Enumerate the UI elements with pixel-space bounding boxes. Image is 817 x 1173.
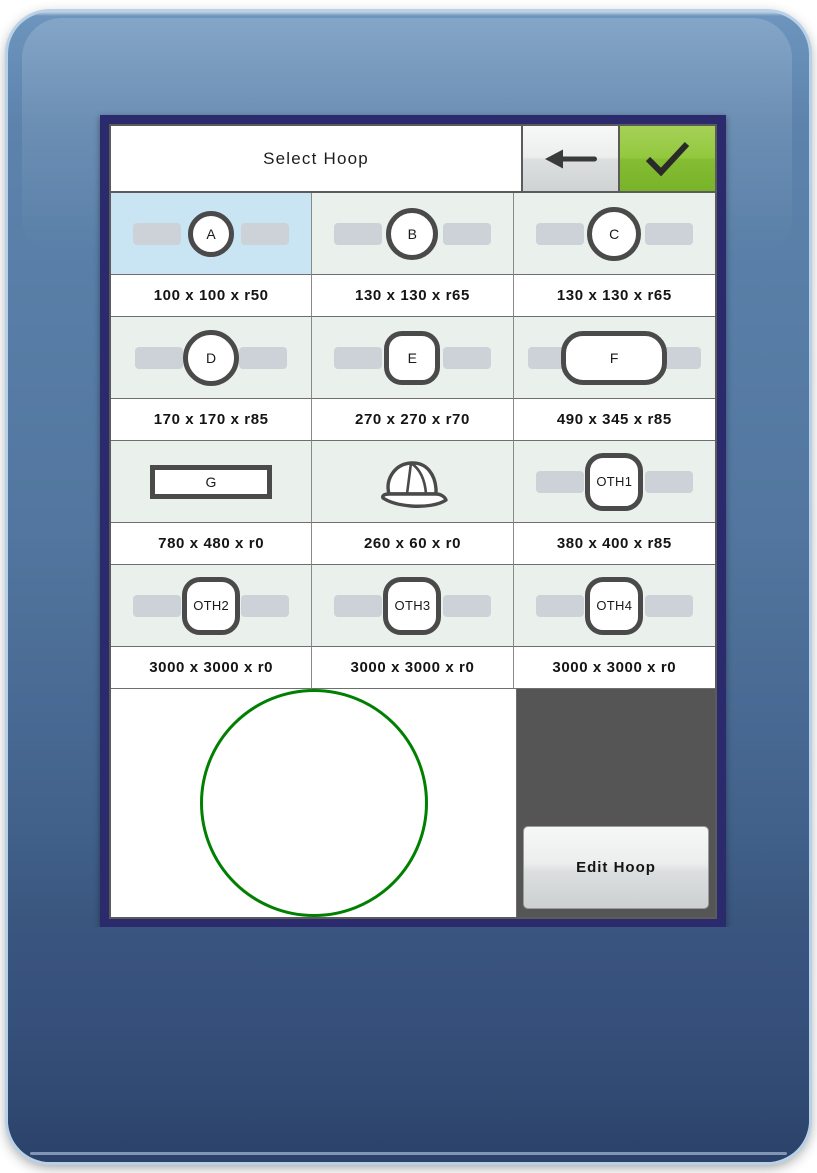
hoop-label-oth3: OTH3 [383,576,442,635]
hoop-tab-right [644,222,693,245]
hoop-size-row: 3000 x 3000 x r0 3000 x 3000 x r0 3000 x… [111,647,715,689]
hoop-tab-left [334,222,383,245]
hoop-glyph-oth1: OTH1 [514,441,715,522]
hoop-preview-canvas [111,689,517,917]
hoop-glyph-e: E [312,317,512,398]
hoop-glyph-oth2: OTH2 [111,565,311,646]
hoop-size-row: 780 x 480 x r0 260 x 60 x r0 380 x 400 x… [111,523,715,565]
hoop-cell-oth2[interactable]: OTH2 [111,565,313,647]
hoop-preview-area: Edit Hoop [111,689,715,917]
hoop-label-f: F [561,330,668,385]
hoop-tab-left [535,470,584,493]
hoop-glyph-d: D [111,317,311,398]
hoop-size-cap: 260 x 60 x r0 [312,523,514,565]
hoop-size-oth1: 380 x 400 x r85 [513,523,715,565]
hoop-icon-row: OTH2 OTH3 OTH4 [111,565,715,647]
hoop-cell-a[interactable]: A [111,193,313,275]
hoop-cell-g[interactable]: G [111,441,313,523]
hoop-glyph-g: G [111,441,311,522]
hoop-size-oth4: 3000 x 3000 x r0 [513,647,715,689]
hoop-glyph-oth3: OTH3 [312,565,512,646]
hoop-label-g: G [150,464,273,499]
back-button[interactable] [521,126,618,191]
hoop-size-row: 100 x 100 x r50 130 x 130 x r65 130 x 13… [111,275,715,317]
hoop-tab-right [442,222,491,245]
hoop-cell-b[interactable]: B [312,193,514,275]
hoop-tab-left [334,346,383,369]
hoop-tab-left [133,222,181,245]
hoop-icon-row: G OTH1 [111,441,715,523]
hoop-cell-e[interactable]: E [312,317,514,399]
hoop-size-oth2: 3000 x 3000 x r0 [111,647,313,689]
hoop-tab-right [442,346,491,369]
titlebar: Select Hoop [111,126,715,193]
hoop-grid: A B C 100 x 100 x r50 130 x 130 x r65 13… [111,193,715,689]
left-arrow-icon [544,149,597,168]
hoop-size-row: 170 x 170 x r85 270 x 270 x r70 490 x 34… [111,399,715,441]
hoop-glyph-oth4: OTH4 [514,565,715,646]
hoop-glyph-f: F [514,317,715,398]
hoop-tab-right [239,346,288,369]
checkmark-icon [645,141,689,176]
hoop-cell-oth1[interactable]: OTH1 [513,441,715,523]
hoop-size-c: 130 x 130 x r65 [513,275,715,317]
hoop-size-a: 100 x 100 x r50 [111,275,313,317]
confirm-button[interactable] [618,126,715,191]
hoop-icon-row: D E F [111,317,715,399]
hoop-label-a: A [188,210,235,257]
hoop-cell-c[interactable]: C [513,193,715,275]
hoop-cell-cap[interactable] [312,441,514,523]
hoop-tab-left [135,346,183,369]
hoop-size-b: 130 x 130 x r65 [312,275,514,317]
hoop-preview-outline [199,689,428,917]
hoop-tab-left [334,594,383,617]
embroidery-machine-body: Select Hoop A B C 100 x 100 x r50 130 x … [8,12,809,1162]
hoop-label-c: C [587,206,642,261]
hoop-tab-right [241,594,290,617]
screen-bezel: Select Hoop A B C 100 x 100 x r50 130 x … [100,115,726,927]
edit-hoop-button[interactable]: Edit Hoop [523,826,709,909]
hoop-cell-d[interactable]: D [111,317,313,399]
control-panel: 100 Start Stop [8,927,809,1162]
hoop-label-d: D [183,329,240,386]
hoop-tab-right [442,594,491,617]
hoop-size-d: 170 x 170 x r85 [111,399,313,441]
hoop-tab-left [535,222,584,245]
hoop-size-oth3: 3000 x 3000 x r0 [312,647,514,689]
hoop-size-f: 490 x 345 x r85 [513,399,715,441]
hoop-size-e: 270 x 270 x r70 [312,399,514,441]
hoop-tab-right [644,470,693,493]
hoop-label-oth4: OTH4 [585,576,644,635]
hoop-label-oth2: OTH2 [182,576,241,635]
cap-icon [381,460,449,508]
hoop-cell-f[interactable]: F [513,317,715,399]
hoop-tab-right [241,222,290,245]
preview-side-panel: Edit Hoop [517,689,715,917]
hoop-cell-oth3[interactable]: OTH3 [312,565,514,647]
hoop-tab-right [644,594,693,617]
hoop-icon-row: A B C [111,193,715,275]
page-title: Select Hoop [111,126,521,191]
hoop-tab-left [133,594,181,617]
hoop-label-oth1: OTH1 [585,452,644,511]
hoop-label-e: E [384,330,441,385]
touchscreen-display: Select Hoop A B C 100 x 100 x r50 130 x … [109,124,717,919]
hoop-glyph-b: B [312,193,512,274]
hoop-glyph-c: C [514,193,715,274]
hoop-size-g: 780 x 480 x r0 [111,523,313,565]
hoop-label-b: B [386,207,439,260]
hoop-glyph-a: A [111,193,311,274]
hoop-cell-oth4[interactable]: OTH4 [513,565,715,647]
hoop-tab-left [535,594,584,617]
